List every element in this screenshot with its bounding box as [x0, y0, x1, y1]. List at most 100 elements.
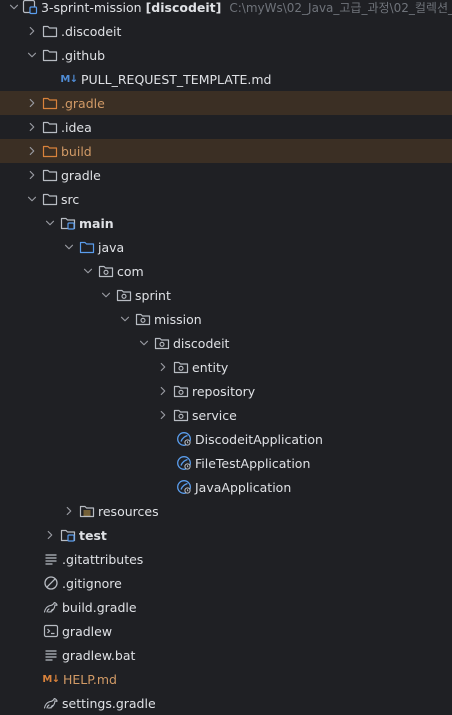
folder-icon: [42, 191, 58, 207]
tree-row-test[interactable]: test: [0, 523, 452, 547]
chevron-down-icon[interactable]: [42, 215, 58, 231]
tree-row-build[interactable]: build: [0, 139, 452, 163]
tree-row-java-application[interactable]: JavaApplication: [0, 475, 452, 499]
tree-item-label: java: [98, 239, 125, 255]
tree-row-java[interactable]: java: [0, 235, 452, 259]
chevron-right-icon[interactable]: [155, 383, 171, 399]
tree-row-mission[interactable]: mission: [0, 307, 452, 331]
tree-row-root[interactable]: 3-sprint-mission [discodeit] C:\myWs\02_…: [0, 0, 452, 19]
tree-item-label: entity: [192, 359, 229, 375]
tree-row-discodeit[interactable]: discodeit: [0, 331, 452, 355]
tree-row-com[interactable]: com: [0, 259, 452, 283]
tree-item-label: .discodeit: [61, 23, 122, 39]
tree-row-entity[interactable]: entity: [0, 355, 452, 379]
chevron-down-icon[interactable]: [98, 287, 114, 303]
ignore-file-icon: [43, 575, 59, 591]
tree-row-main[interactable]: main: [0, 211, 452, 235]
tree-item-label: gradle: [61, 167, 101, 183]
chevron-right-icon[interactable]: [42, 527, 58, 543]
package-icon: [173, 359, 189, 375]
gradle-icon: [43, 599, 59, 615]
tree-item-label: PULL_REQUEST_TEMPLATE.md: [81, 71, 272, 87]
tree-row-gitattributes[interactable]: .gitattributes: [0, 547, 452, 571]
tree-row-gitignore[interactable]: .gitignore: [0, 571, 452, 595]
tree-item-label: JavaApplication: [195, 479, 292, 495]
chevron-down-icon[interactable]: [80, 263, 96, 279]
package-icon: [135, 311, 151, 327]
tree-row-src[interactable]: src: [0, 187, 452, 211]
chevron-right-icon[interactable]: [24, 143, 40, 159]
tree-row-idea[interactable]: .idea: [0, 115, 452, 139]
tree-item-label: discodeit: [173, 335, 230, 351]
project-tree: 3-sprint-mission [discodeit] C:\myWs\02_…: [0, 0, 452, 714]
tree-item-label: settings.gradle: [62, 695, 156, 711]
tree-item-label: repository: [192, 383, 256, 399]
tree-item-label: HELP.md: [63, 671, 117, 687]
tree-row-gradlew-bat[interactable]: gradlew.bat: [0, 643, 452, 667]
tree-item-label: mission: [154, 311, 202, 327]
folder-icon: [42, 167, 58, 183]
tree-item-label: FileTestApplication: [195, 455, 311, 471]
chevron-down-icon[interactable]: [136, 335, 152, 351]
spring-boot-app-icon: [176, 431, 192, 447]
tree-row-pr-template[interactable]: M↓ PULL_REQUEST_TEMPLATE.md: [0, 67, 452, 91]
excluded-folder-icon: [42, 143, 58, 159]
chevron-down-icon[interactable]: [6, 0, 22, 15]
chevron-right-icon[interactable]: [24, 23, 40, 39]
project-icon: [22, 0, 38, 15]
chevron-down-icon[interactable]: [24, 191, 40, 207]
folder-icon: [42, 47, 58, 63]
tree-row-help-md[interactable]: M↓ HELP.md: [0, 667, 452, 691]
tree-row-discodeit-dot[interactable]: .discodeit: [0, 19, 452, 43]
package-icon: [173, 407, 189, 423]
source-set-folder-icon: [60, 527, 76, 543]
chevron-right-icon[interactable]: [24, 95, 40, 111]
text-file-icon: [43, 647, 59, 663]
tree-item-label: com: [117, 263, 144, 279]
tree-row-gradle-dot[interactable]: .gradle: [0, 91, 452, 115]
chevron-down-icon[interactable]: [117, 311, 133, 327]
chevron-right-icon[interactable]: [61, 503, 77, 519]
tree-row-filetest-application[interactable]: FileTestApplication: [0, 451, 452, 475]
chevron-right-icon[interactable]: [24, 167, 40, 183]
chevron-right-icon[interactable]: [155, 359, 171, 375]
chevron-right-icon[interactable]: [155, 407, 171, 423]
tree-row-gradlew[interactable]: gradlew: [0, 619, 452, 643]
tree-row-settings-gradle[interactable]: settings.gradle: [0, 691, 452, 715]
tree-item-label: .gradle: [61, 95, 105, 111]
markdown-icon: M↓: [42, 673, 60, 685]
terminal-icon: [43, 623, 59, 639]
tree-row-repository[interactable]: repository: [0, 379, 452, 403]
chevron-right-icon[interactable]: [24, 119, 40, 135]
tree-item-label: gradlew.bat: [62, 647, 136, 663]
tree-row-resources[interactable]: resources: [0, 499, 452, 523]
tree-item-label: sprint: [135, 287, 171, 303]
chevron-down-icon[interactable]: [24, 47, 40, 63]
tree-item-label: .github: [61, 47, 106, 63]
text-file-icon: [43, 551, 59, 567]
tree-item-label: build: [61, 143, 92, 159]
tree-item-label: .idea: [61, 119, 92, 135]
package-icon: [154, 335, 170, 351]
package-icon: [173, 383, 189, 399]
tree-item-label: DiscodeitApplication: [195, 431, 323, 447]
tree-row-service[interactable]: service: [0, 403, 452, 427]
package-icon: [116, 287, 132, 303]
tree-item-label: resources: [98, 503, 159, 519]
tree-row-github[interactable]: .github: [0, 43, 452, 67]
tree-item-label: .gitignore: [62, 575, 122, 591]
tree-item-label: src: [61, 191, 80, 207]
tree-item-label: test: [79, 527, 107, 543]
tree-item-label: .gitattributes: [62, 551, 144, 567]
folder-icon: [42, 23, 58, 39]
tree-row-discodeit-application[interactable]: DiscodeitApplication: [0, 427, 452, 451]
resources-folder-icon: [79, 503, 95, 519]
tree-row-gradle[interactable]: gradle: [0, 163, 452, 187]
spring-boot-app-icon: [176, 479, 192, 495]
tree-row-sprint[interactable]: sprint: [0, 283, 452, 307]
tree-item-label: main: [79, 215, 114, 231]
gradle-icon: [43, 695, 59, 711]
tree-item-label: service: [192, 407, 237, 423]
tree-row-build-gradle[interactable]: build.gradle: [0, 595, 452, 619]
chevron-down-icon[interactable]: [61, 239, 77, 255]
